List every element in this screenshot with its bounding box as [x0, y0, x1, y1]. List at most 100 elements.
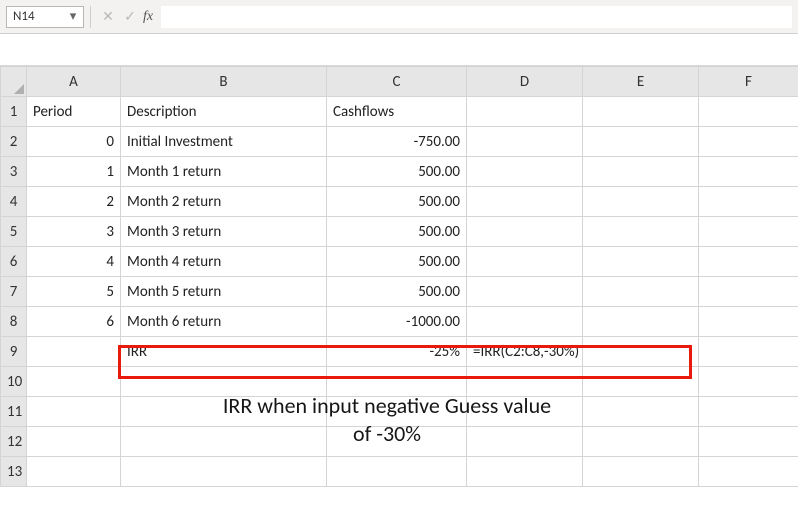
cell-A5[interactable]: 3	[27, 217, 121, 247]
row-header-11[interactable]: 11	[1, 397, 27, 427]
cell-E7[interactable]	[583, 277, 699, 307]
cell-F13[interactable]	[699, 457, 798, 487]
cell-C5[interactable]: 500.00	[327, 217, 467, 247]
cell-E6[interactable]	[583, 247, 699, 277]
table-row: 7 5 Month 5 return 500.00	[1, 277, 798, 307]
cell-F9[interactable]	[699, 337, 798, 367]
col-header-C[interactable]: C	[327, 67, 467, 97]
cell-F8[interactable]	[699, 307, 798, 337]
row-header-5[interactable]: 5	[1, 217, 27, 247]
table-row: 4 2 Month 2 return 500.00	[1, 187, 798, 217]
row-header-2[interactable]: 2	[1, 127, 27, 157]
cell-C6[interactable]: 500.00	[327, 247, 467, 277]
cell-F6[interactable]	[699, 247, 798, 277]
cell-A6[interactable]: 4	[27, 247, 121, 277]
row-header-13[interactable]: 13	[1, 457, 27, 487]
cell-A8[interactable]: 6	[27, 307, 121, 337]
table-row: 2 0 Initial Investment -750.00	[1, 127, 798, 157]
cell-F1[interactable]	[699, 97, 798, 127]
col-header-F[interactable]: F	[699, 67, 798, 97]
confirm-icon: ✓	[119, 6, 141, 28]
col-header-A[interactable]: A	[27, 67, 121, 97]
spreadsheet-grid[interactable]: A B C D E F 1 Period Description Cashflo…	[0, 66, 798, 487]
cell-B8[interactable]: Month 6 return	[121, 307, 327, 337]
row-header-10[interactable]: 10	[1, 367, 27, 397]
cell-A7[interactable]: 5	[27, 277, 121, 307]
cell-D7[interactable]	[467, 277, 583, 307]
cell-D3[interactable]	[467, 157, 583, 187]
cell-A12[interactable]	[27, 427, 121, 457]
cell-F7[interactable]	[699, 277, 798, 307]
cell-D1[interactable]	[467, 97, 583, 127]
cell-F5[interactable]	[699, 217, 798, 247]
cell-B3[interactable]: Month 1 return	[121, 157, 327, 187]
cell-A4[interactable]: 2	[27, 187, 121, 217]
cell-F12[interactable]	[699, 427, 798, 457]
cell-F3[interactable]	[699, 157, 798, 187]
cell-C8[interactable]: -1000.00	[327, 307, 467, 337]
cell-B9[interactable]: IRR	[121, 337, 327, 367]
cell-E2[interactable]	[583, 127, 699, 157]
cell-A13[interactable]	[27, 457, 121, 487]
row-header-12[interactable]: 12	[1, 427, 27, 457]
row-header-4[interactable]: 4	[1, 187, 27, 217]
formula-bar: N14 ▾ ✕ ✓ fx	[0, 0, 798, 34]
separator	[90, 6, 91, 28]
cell-A11[interactable]	[27, 397, 121, 427]
cell-B2[interactable]: Initial Investment	[121, 127, 327, 157]
cell-A9[interactable]	[27, 337, 121, 367]
cell-E1[interactable]	[583, 97, 699, 127]
cell-E13[interactable]	[583, 457, 699, 487]
cell-E3[interactable]	[583, 157, 699, 187]
cell-B6[interactable]: Month 4 return	[121, 247, 327, 277]
cell-A3[interactable]: 1	[27, 157, 121, 187]
cell-C2[interactable]: -750.00	[327, 127, 467, 157]
cell-F4[interactable]	[699, 187, 798, 217]
table-row: 8 6 Month 6 return -1000.00	[1, 307, 798, 337]
cell-E5[interactable]	[583, 217, 699, 247]
row-header-3[interactable]: 3	[1, 157, 27, 187]
cell-E9[interactable]	[583, 337, 699, 367]
select-all-corner[interactable]	[1, 67, 27, 97]
table-row: 6 4 Month 4 return 500.00	[1, 247, 798, 277]
col-header-E[interactable]: E	[583, 67, 699, 97]
name-box-dropdown-icon[interactable]: ▾	[65, 7, 81, 27]
cell-C3[interactable]: 500.00	[327, 157, 467, 187]
cell-F11[interactable]	[699, 397, 798, 427]
cell-F10[interactable]	[699, 367, 798, 397]
cell-D6[interactable]	[467, 247, 583, 277]
cell-B7[interactable]: Month 5 return	[121, 277, 327, 307]
row-header-6[interactable]: 6	[1, 247, 27, 277]
cell-B4[interactable]: Month 2 return	[121, 187, 327, 217]
cell-D5[interactable]	[467, 217, 583, 247]
cell-C4[interactable]: 500.00	[327, 187, 467, 217]
cell-D4[interactable]	[467, 187, 583, 217]
cell-B1[interactable]: Description	[121, 97, 327, 127]
cell-D13[interactable]	[467, 457, 583, 487]
row-header-9[interactable]: 9	[1, 337, 27, 367]
cell-D8[interactable]	[467, 307, 583, 337]
cell-B13[interactable]	[121, 457, 327, 487]
row-header-7[interactable]: 7	[1, 277, 27, 307]
cell-A10[interactable]	[27, 367, 121, 397]
cell-C7[interactable]: 500.00	[327, 277, 467, 307]
cell-B5[interactable]: Month 3 return	[121, 217, 327, 247]
cell-E4[interactable]	[583, 187, 699, 217]
fx-icon[interactable]: fx	[143, 9, 153, 25]
cell-C13[interactable]	[327, 457, 467, 487]
cell-E8[interactable]	[583, 307, 699, 337]
col-header-B[interactable]: B	[121, 67, 327, 97]
cell-F2[interactable]	[699, 127, 798, 157]
cell-A1[interactable]: Period	[27, 97, 121, 127]
row-header-8[interactable]: 8	[1, 307, 27, 337]
table-row: 9 IRR -25% =IRR(C2:C8,-30%)	[1, 337, 798, 367]
cell-C1[interactable]: Cashflows	[327, 97, 467, 127]
row-header-1[interactable]: 1	[1, 97, 27, 127]
cell-D2[interactable]	[467, 127, 583, 157]
col-header-D[interactable]: D	[467, 67, 583, 97]
cell-D9[interactable]: =IRR(C2:C8,-30%)	[467, 337, 583, 367]
cell-A2[interactable]: 0	[27, 127, 121, 157]
formula-input[interactable]	[161, 6, 792, 28]
cell-C9[interactable]: -25%	[327, 337, 467, 367]
name-box[interactable]: N14 ▾	[6, 6, 84, 28]
